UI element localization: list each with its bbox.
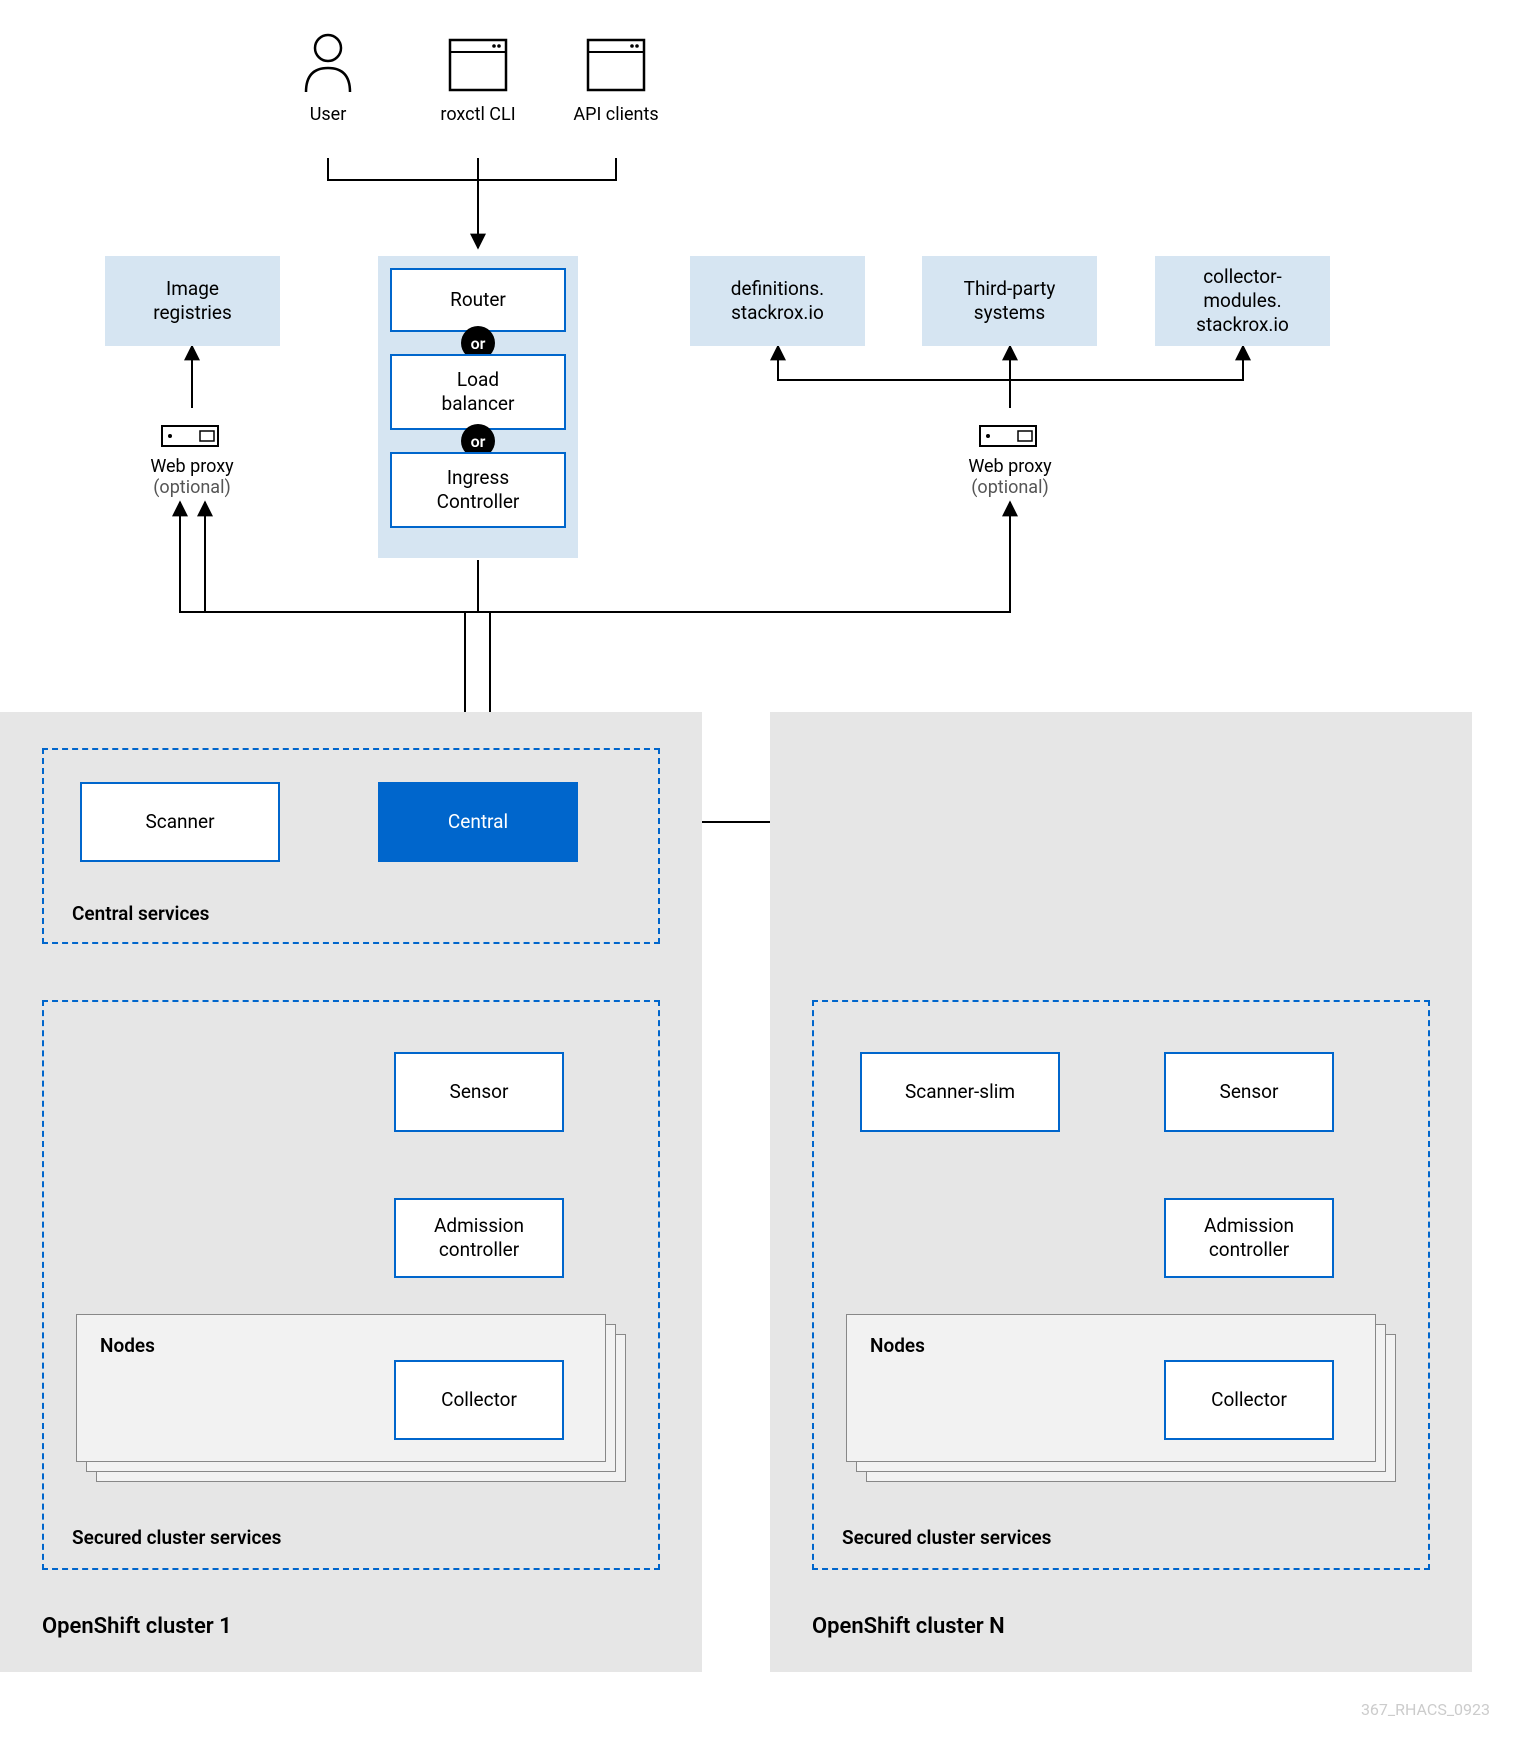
router-box: Router — [390, 268, 566, 332]
scanner-slim-box: Scanner-slim — [860, 1052, 1060, 1132]
central-services-label: Central services — [72, 902, 209, 925]
sensor-box-n: Sensor — [1164, 1052, 1334, 1132]
nodes-label-n: Nodes — [870, 1334, 925, 1357]
roxctl-label: roxctl CLI — [408, 104, 548, 125]
ingress-controller-box: Ingress Controller — [390, 452, 566, 528]
thirdparty-box: Third-party systems — [922, 256, 1097, 346]
web-proxy-right-label: Web proxy(optional) — [940, 456, 1080, 498]
web-proxy-icon-left — [160, 418, 225, 450]
nodes-label-1: Nodes — [100, 1334, 155, 1357]
web-proxy-icon-right — [978, 418, 1043, 450]
central-box: Central — [378, 782, 578, 862]
footer-id: 367_RHACS_0923 — [1361, 1700, 1490, 1719]
api-window-icon — [586, 38, 646, 92]
collector-box-1: Collector — [394, 1360, 564, 1440]
collector-box-n: Collector — [1164, 1360, 1334, 1440]
admission-box-1: Admission controller — [394, 1198, 564, 1278]
collector-modules-box: collector- modules. stackrox.io — [1155, 256, 1330, 346]
definitions-box: definitions. stackrox.io — [690, 256, 865, 346]
user-icon — [302, 32, 354, 94]
web-proxy-left-label: Web proxy(optional) — [122, 456, 262, 498]
cluster1-label: OpenShift cluster 1 — [42, 1614, 232, 1639]
sensor-box-1: Sensor — [394, 1052, 564, 1132]
secured-label-1: Secured cluster services — [72, 1526, 281, 1549]
load-balancer-box: Load balancer — [390, 354, 566, 430]
clusterN-label: OpenShift cluster N — [812, 1614, 1005, 1639]
image-registries-box: Image registries — [105, 256, 280, 346]
secured-group-1 — [42, 1000, 660, 1570]
cli-window-icon — [448, 38, 508, 92]
user-label: User — [258, 104, 398, 125]
secured-label-n: Secured cluster services — [842, 1526, 1051, 1549]
admission-box-n: Admission controller — [1164, 1198, 1334, 1278]
api-label: API clients — [546, 104, 686, 125]
scanner-box: Scanner — [80, 782, 280, 862]
